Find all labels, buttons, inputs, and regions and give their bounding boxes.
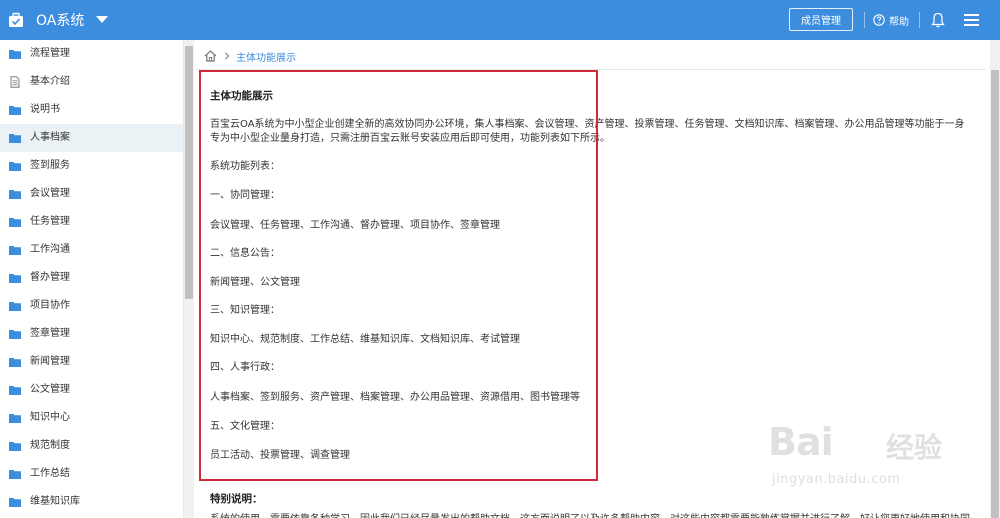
watermark-url: jingyan.baidu.com — [772, 472, 901, 487]
sidebar-item[interactable]: 公文管理 — [0, 376, 183, 404]
section-items: 知识中心、规范制度、工作总结、维基知识库、文档知识库、考试管理 — [210, 334, 520, 345]
sidebar: 流程管理基本介绍说明书人事档案签到服务会议管理任务管理工作沟通督办管理项目协作签… — [0, 40, 184, 518]
chevron-down-icon[interactable] — [96, 16, 109, 24]
sidebar-item-label: 规范制度 — [30, 440, 70, 451]
folder-icon — [9, 386, 21, 395]
bell-icon[interactable] — [931, 12, 945, 28]
sidebar-item-label: 维基知识库 — [30, 496, 80, 507]
sidebar-item[interactable]: 流程管理 — [0, 40, 183, 68]
article-heading: 主体功能展示 — [210, 90, 273, 102]
folder-icon — [9, 134, 21, 143]
note-title: 特别说明： — [210, 493, 263, 505]
folder-icon — [9, 442, 21, 451]
folder-icon — [9, 190, 21, 199]
folder-icon — [9, 470, 21, 479]
sidebar-item[interactable]: 任务管理 — [0, 208, 183, 236]
sidebar-item[interactable]: 知识中心 — [0, 404, 183, 432]
section-items: 新闻管理、公文管理 — [210, 277, 300, 288]
app-brand[interactable]: OA系统 — [8, 0, 109, 40]
sidebar-item-label: 流程管理 — [30, 48, 70, 59]
section-items: 员工活动、投票管理、调查管理 — [210, 450, 350, 461]
sidebar-item-label: 工作沟通 — [30, 244, 70, 255]
sidebar-scrollbar-thumb[interactable] — [185, 46, 193, 299]
sidebar-item[interactable]: 基本介绍 — [0, 68, 183, 96]
folder-icon — [9, 498, 21, 507]
article-intro-line: 百宝云OA系统为中小型企业创建全新的高效协同办公环境，集人事档案、会议管理、资产… — [210, 119, 965, 130]
section-title: 一、协同管理： — [210, 190, 280, 201]
folder-icon — [9, 50, 21, 59]
section-title: 五、文化管理： — [210, 421, 280, 432]
note-text: 系统的使用，需要依靠各种学习，因此我们已经尽量发出的帮助文档，这方面说明了以及许… — [210, 510, 990, 518]
sidebar-item-label: 工作总结 — [30, 468, 70, 479]
divider — [864, 12, 865, 28]
sidebar-item[interactable]: 项目协作 — [0, 292, 183, 320]
sidebar-item-label: 新闻管理 — [30, 356, 70, 367]
sidebar-item-label: 项目协作 — [30, 300, 70, 311]
briefcase-check-icon — [9, 12, 23, 27]
sidebar-item[interactable]: 签到服务 — [0, 152, 183, 180]
folder-icon — [9, 246, 21, 255]
section-items: 会议管理、任务管理、工作沟通、督办管理、项目协作、签章管理 — [210, 220, 500, 231]
sidebar-item-label: 知识中心 — [30, 412, 70, 423]
sidebar-item[interactable]: 签章管理 — [0, 320, 183, 348]
folder-icon — [9, 358, 21, 367]
folder-icon — [9, 218, 21, 227]
page-scrollbar[interactable] — [990, 40, 1000, 518]
watermark: Bai 经验 jingyan.baidu.com — [768, 420, 958, 500]
divider — [919, 12, 920, 28]
sidebar-item[interactable]: 会议管理 — [0, 180, 183, 208]
article-intro-line: 专为中小型企业量身打造，只需注册百宝云账号安装应用后即可使用，功能列表如下所示。 — [210, 133, 610, 144]
sidebar-item[interactable]: 维基知识库 — [0, 488, 183, 516]
member-management-button[interactable]: 成员管理 — [789, 8, 853, 31]
chevron-right-icon — [225, 52, 230, 60]
hamburger-menu-icon[interactable] — [964, 13, 979, 27]
sidebar-scrollbar[interactable] — [184, 40, 194, 518]
section-title: 二、信息公告： — [210, 248, 280, 259]
section-items: 人事档案、签到服务、资产管理、档案管理、办公用品管理、资源借用、图书管理等 — [210, 392, 580, 403]
section-title: 四、人事行政： — [210, 362, 280, 373]
sidebar-item-label: 督办管理 — [30, 272, 70, 283]
sidebar-item[interactable]: 人事档案 — [0, 124, 183, 152]
sidebar-item-label: 说明书 — [30, 104, 60, 115]
watermark-brand-suffix: 经验 — [886, 431, 943, 464]
app-title: OA系统 — [36, 13, 85, 29]
page-scrollbar-thumb[interactable] — [991, 70, 999, 518]
sidebar-item[interactable]: 规范制度 — [0, 432, 183, 460]
top-bar: OA系统 成员管理 帮助 — [0, 0, 1000, 40]
breadcrumb-divider — [196, 69, 986, 70]
help-circle-icon — [873, 14, 885, 26]
help-button[interactable]: 帮助 — [873, 0, 909, 40]
sidebar-item-label: 签到服务 — [30, 160, 70, 171]
folder-icon — [9, 414, 21, 423]
folder-icon — [9, 274, 21, 283]
help-label: 帮助 — [889, 16, 909, 28]
sidebar-item-label: 会议管理 — [30, 188, 70, 199]
document-icon — [10, 76, 20, 88]
folder-icon — [9, 162, 21, 171]
breadcrumb-current[interactable]: 主体功能展示 — [236, 49, 296, 64]
sidebar-item-label: 公文管理 — [30, 384, 70, 395]
home-icon[interactable] — [204, 50, 217, 62]
sidebar-item-label: 人事档案 — [30, 132, 70, 143]
sidebar-item-label: 基本介绍 — [30, 76, 70, 87]
folder-icon — [9, 302, 21, 311]
folder-icon — [9, 106, 21, 115]
sidebar-item[interactable]: 说明书 — [0, 96, 183, 124]
breadcrumb: 主体功能展示 — [204, 48, 296, 64]
section-title: 三、知识管理： — [210, 305, 280, 316]
watermark-brand: Bai — [768, 420, 834, 464]
folder-icon — [9, 330, 21, 339]
sidebar-item[interactable]: 督办管理 — [0, 264, 183, 292]
sidebar-item[interactable]: 工作沟通 — [0, 236, 183, 264]
sidebar-item[interactable]: 工作总结 — [0, 460, 183, 488]
sidebar-item-label: 任务管理 — [30, 216, 70, 227]
sidebar-item-label: 签章管理 — [30, 328, 70, 339]
feature-list-title: 系统功能列表： — [210, 161, 280, 172]
sidebar-item[interactable]: 新闻管理 — [0, 348, 183, 376]
